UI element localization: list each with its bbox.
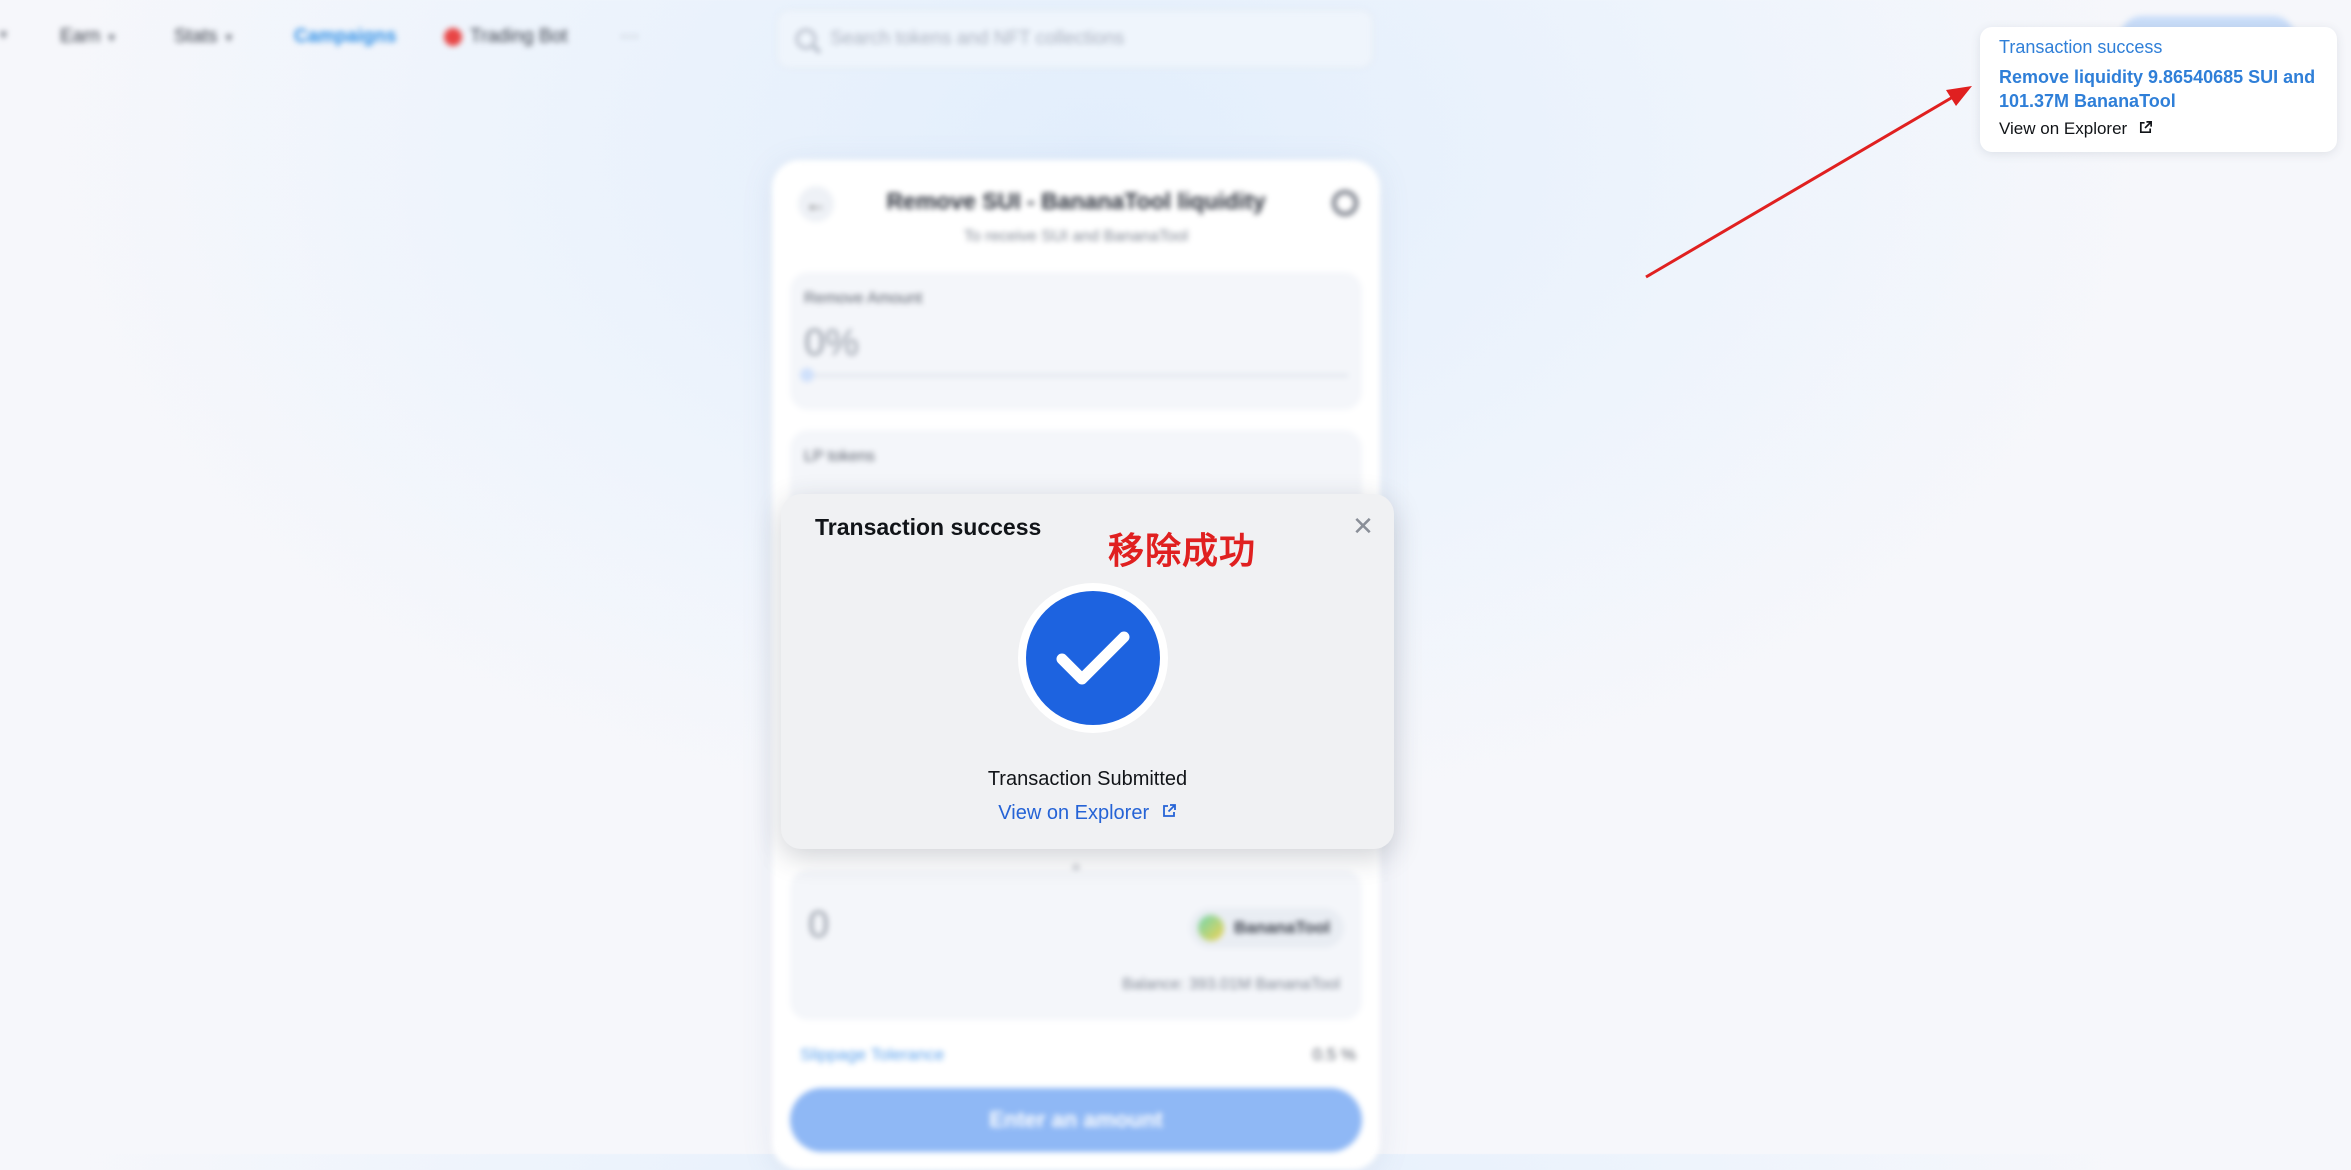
settings-gear-icon[interactable] xyxy=(1332,190,1358,216)
amount-slider-track[interactable] xyxy=(804,374,1348,377)
search-placeholder: Search tokens and NFT collections xyxy=(830,28,1125,49)
bananatool-logo-icon xyxy=(1197,915,1224,941)
nav-partial-dropdown[interactable]: ▾ xyxy=(0,26,7,43)
modal-title: Transaction success xyxy=(815,514,1042,540)
token-name: BananaTool xyxy=(1233,918,1330,937)
token-selector[interactable]: BananaTool xyxy=(1189,908,1344,948)
toast-link-label: View on Explorer xyxy=(1999,119,2128,138)
view-on-explorer-link[interactable]: View on Explorer xyxy=(781,802,1394,825)
amount-slider-handle[interactable] xyxy=(800,368,814,382)
nav-stats-label: Stats xyxy=(174,26,218,47)
enter-amount-button[interactable]: Enter an amount xyxy=(790,1088,1362,1152)
more-icon: ··· xyxy=(620,26,639,47)
success-badge xyxy=(1018,583,1168,733)
remove-amount-label: Remove Amount xyxy=(804,290,923,307)
slippage-value: 0.5 % xyxy=(1312,1045,1356,1064)
nav-earn[interactable]: Earn ▾ xyxy=(60,26,115,48)
view-on-explorer-label: View on Explorer xyxy=(998,802,1150,824)
output-amount: 0 xyxy=(808,904,830,946)
external-link-icon xyxy=(1161,802,1177,825)
trading-bot-icon xyxy=(444,28,462,46)
toast-title: Transaction success xyxy=(1999,37,2163,57)
search-icon xyxy=(796,29,816,49)
output-token-panel: 0 BananaTool Balance: 393.01M BananaTool xyxy=(790,870,1362,1020)
lp-tokens-label: LP tokens xyxy=(804,448,875,465)
chevron-down-icon: ▾ xyxy=(108,28,116,45)
card-title: Remove SUI - BananaTool liquidity xyxy=(886,188,1266,214)
search-input[interactable]: Search tokens and NFT collections xyxy=(777,10,1373,68)
toast-message: Remove liquidity 9.86540685 SUI and 101.… xyxy=(1999,67,2316,111)
toast-view-on-explorer-link[interactable]: View on Explorer xyxy=(1999,119,2153,140)
nav-more-button[interactable]: ··· xyxy=(620,26,639,48)
nav-campaigns-label: Campaigns xyxy=(294,26,397,47)
token-balance: Balance: 393.01M BananaTool xyxy=(1122,976,1340,993)
external-link-icon xyxy=(2138,120,2153,140)
close-icon[interactable]: ✕ xyxy=(1349,512,1377,540)
card-subtitle: To receive SUI and BananaTool xyxy=(963,228,1189,245)
nav-trading-bot-label: Trading Bot xyxy=(470,26,568,47)
nav-campaigns[interactable]: Campaigns xyxy=(294,26,396,48)
remove-amount-panel: Remove Amount 0% xyxy=(790,272,1362,410)
chevron-down-icon: ▾ xyxy=(0,26,8,42)
remove-amount-value: 0% xyxy=(804,322,859,364)
chevron-down-icon: ▾ xyxy=(225,28,233,45)
nav-earn-label: Earn xyxy=(60,26,101,47)
checkmark-icon xyxy=(1026,591,1160,725)
annotation-label: 移除成功 xyxy=(1108,531,1257,572)
transaction-success-modal: Transaction success ✕ Transaction Submit… xyxy=(781,494,1394,849)
transaction-status: Transaction Submitted xyxy=(987,768,1188,790)
slippage-label[interactable]: Slippage Tolerance xyxy=(800,1045,944,1065)
nav-trading-bot[interactable]: Trading Bot xyxy=(444,26,568,48)
transaction-toast: Transaction success Remove liquidity 9.8… xyxy=(1980,27,2337,152)
nav-stats[interactable]: Stats ▾ xyxy=(174,26,232,48)
